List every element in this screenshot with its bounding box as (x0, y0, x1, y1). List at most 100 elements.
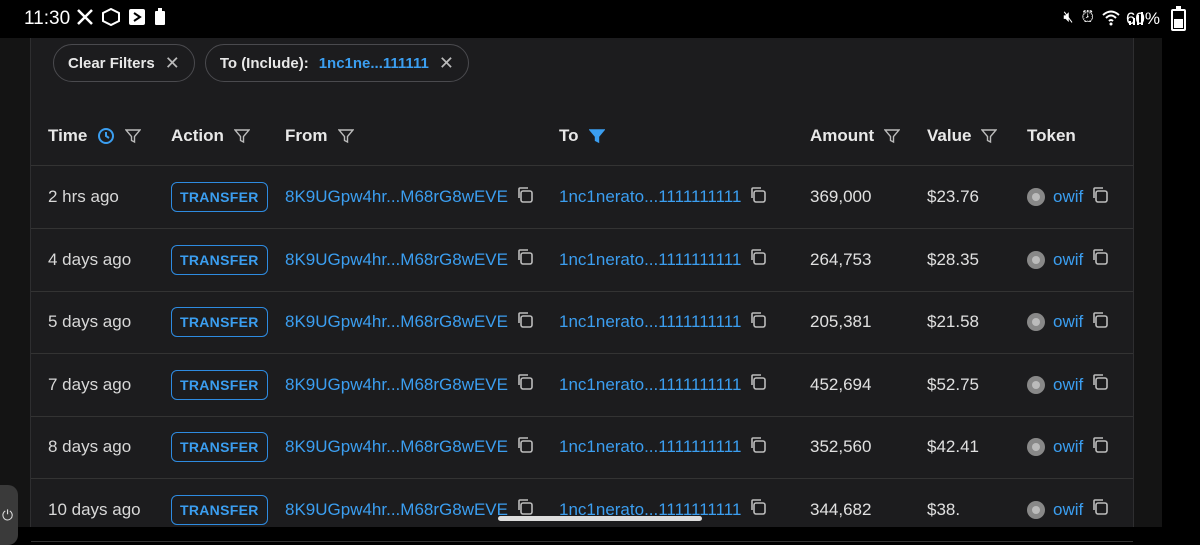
gesture-bar[interactable] (498, 516, 702, 521)
amount-cell: 264,753 (810, 229, 871, 291)
copy-icon[interactable] (1091, 373, 1109, 396)
status-notification-icons (76, 8, 166, 26)
relative-time: 5 days ago (48, 312, 132, 331)
amount-cell: 452,694 (810, 354, 871, 416)
table-row: 2 hrs ago TRANSFER 8K9UGpw4hr...M68rG8wEVE… (31, 166, 1133, 229)
value-cell: $52.75 (927, 354, 979, 416)
wallet-app-icon (129, 9, 145, 25)
value-cell: $23.76 (927, 166, 979, 228)
copy-icon[interactable] (1091, 186, 1109, 209)
from-cell: 8K9UGpw4hr...M68rG8wEVE (285, 416, 534, 478)
filter-active-icon[interactable] (588, 128, 605, 144)
copy-icon[interactable] (516, 311, 534, 334)
mute-icon: 🔇︎ (1063, 9, 1074, 26)
from-address-link[interactable]: 8K9UGpw4hr...M68rG8wEVE (285, 250, 508, 270)
to-address-link[interactable]: 1nc1nerato...1111111111 (559, 375, 741, 395)
to-address-link[interactable]: 1nc1nerato...1111111111 (559, 250, 741, 270)
power-icon[interactable]: ⏻ (2, 507, 13, 524)
token-link[interactable]: owif (1053, 500, 1083, 520)
token-logo-icon (1027, 500, 1045, 519)
token-logo-icon (1027, 188, 1045, 206)
token-logo-icon (1027, 313, 1045, 331)
clock-icon[interactable] (97, 127, 115, 145)
value-cell: $21.58 (927, 291, 979, 353)
token-link[interactable]: owif (1053, 187, 1083, 207)
copy-icon[interactable] (516, 248, 534, 271)
column-from: From (285, 126, 354, 146)
to-address-link[interactable]: 1nc1nerato...1111111111 (559, 187, 741, 207)
action-cell: TRANSFER (171, 291, 268, 353)
token-link[interactable]: owif (1053, 375, 1083, 395)
close-icon[interactable]: ✕ (165, 54, 180, 72)
token-cell: owif (1027, 166, 1109, 228)
amount-cell: 344,682 (810, 479, 871, 541)
token-link[interactable]: owif (1053, 437, 1083, 457)
clear-filters-button[interactable]: Clear Filters ✕ (53, 44, 195, 82)
column-to-label: To (559, 126, 579, 145)
copy-icon[interactable] (516, 373, 534, 396)
action-cell: TRANSFER (171, 479, 268, 541)
to-cell: 1nc1nerato...1111111111 (559, 291, 767, 353)
from-address-link[interactable]: 8K9UGpw4hr...M68rG8wEVE (285, 312, 508, 332)
amount-value: 369,000 (810, 187, 872, 206)
relative-time: 10 days ago (48, 499, 141, 519)
filter-icon[interactable] (337, 128, 354, 144)
wifi-icon (1102, 10, 1120, 26)
column-from-label: From (285, 126, 328, 145)
amount-cell: 369,000 (810, 166, 871, 228)
copy-icon[interactable] (1091, 436, 1109, 459)
copy-icon[interactable] (749, 498, 767, 521)
action-badge: TRANSFER (171, 369, 268, 400)
relative-time: 7 days ago (48, 374, 132, 394)
time-cell: 2 hrs ago (48, 166, 119, 228)
copy-icon[interactable] (516, 186, 534, 209)
copy-icon[interactable] (1091, 498, 1109, 521)
copy-icon[interactable] (749, 311, 767, 334)
copy-icon[interactable] (749, 248, 767, 271)
from-address-link[interactable]: 8K9UGpw4hr...M68rG8wEVE (285, 437, 508, 457)
table-row: 8 days ago TRANSFER 8K9UGpw4hr...M68rG8wEV… (31, 416, 1133, 479)
status-bar: 11:30 🔇︎ ⏰︎ 60% (0, 0, 1200, 38)
token-logo-icon (1027, 375, 1045, 394)
column-amount: Amount (810, 126, 901, 146)
copy-icon[interactable] (1091, 248, 1109, 271)
from-address-link[interactable]: 8K9UGpw4hr...M68rG8wEVE (285, 375, 508, 395)
usd-value: $23.76 (927, 187, 979, 206)
action-badge: TRANSFER (171, 494, 268, 525)
filter-icon[interactable] (884, 128, 901, 144)
token-link[interactable]: owif (1053, 312, 1083, 332)
filter-icon[interactable] (981, 128, 998, 144)
filter-chips: Clear Filters ✕ To (Include): 1nc1ne...1… (53, 44, 469, 82)
time-cell: 7 days ago (48, 354, 131, 416)
filter-icon[interactable] (125, 128, 142, 144)
to-include-filter-chip[interactable]: To (Include): 1nc1ne...111111 ✕ (204, 44, 469, 82)
usd-value: $42.41 (927, 437, 979, 456)
usd-value: $52.75 (927, 374, 979, 394)
token-cell: owif (1027, 416, 1109, 478)
to-include-value: 1nc1ne...111111 (318, 54, 429, 72)
amount-cell: 352,560 (810, 416, 871, 478)
token-cell: owif (1027, 354, 1109, 416)
table-row: 7 days ago TRANSFER 8K9UGpw4hr...M68rG8wEV… (31, 354, 1133, 417)
filter-icon[interactable] (233, 128, 250, 144)
copy-icon[interactable] (516, 436, 534, 459)
token-link[interactable]: owif (1053, 250, 1083, 270)
to-cell: 1nc1nerato...1111111111 (559, 166, 767, 228)
battery-percent: 60% (1125, 9, 1160, 28)
to-cell: 1nc1nerato...1111111111 (559, 354, 767, 416)
copy-icon[interactable] (749, 186, 767, 209)
status-time: 11:30 (24, 8, 71, 29)
from-address-link[interactable]: 8K9UGpw4hr...M68rG8wEVE (285, 187, 508, 207)
action-cell: TRANSFER (171, 229, 268, 291)
transfers-panel: Clear Filters ✕ To (Include): 1nc1ne...1… (30, 38, 1134, 542)
table-row: 10 days ago TRANSFER 8K9UGpw4hr...M68rG8wE… (31, 479, 1133, 542)
close-icon[interactable]: ✕ (439, 54, 454, 72)
to-address-link[interactable]: 1nc1nerato...1111111111 (559, 312, 741, 332)
copy-icon[interactable] (749, 373, 767, 396)
from-cell: 8K9UGpw4hr...M68rG8wEVE (285, 291, 534, 353)
copy-icon[interactable] (749, 436, 767, 459)
to-address-link[interactable]: 1nc1nerato...1111111111 (559, 437, 741, 457)
usd-value: $21.58 (927, 312, 979, 331)
copy-icon[interactable] (1091, 311, 1109, 334)
from-address-link[interactable]: 8K9UGpw4hr...M68rG8wEVE (285, 500, 508, 520)
